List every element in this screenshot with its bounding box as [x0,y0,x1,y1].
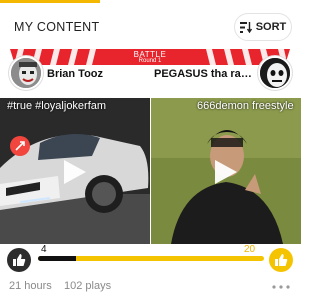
battle-meta: 21 hours 102 plays [0,276,300,296]
more-icon[interactable] [272,285,290,289]
battle-banner: BATTLE Round 1 [0,46,300,68]
track-right[interactable]: 666demon freestyle [151,98,301,244]
vote-progress-left-fill [38,256,76,261]
play-count: 102 plays [64,280,112,292]
thumbs-up-icon [13,254,26,266]
avatar-right[interactable] [258,56,292,90]
round-label: Round 1 [138,58,162,64]
track-left[interactable]: #true #loyaljokerfam [0,98,150,244]
page-title: MY CONTENT [14,20,100,34]
vote-progress-bar [38,256,264,261]
vote-count-right: 20 [244,244,256,255]
track-right-title: 666demon freestyle [197,100,294,112]
competitor-right-name[interactable]: PEGASUS tha rapp... [154,68,254,80]
posted-time: 21 hours [9,280,52,292]
play-icon[interactable] [213,158,239,186]
track-left-title: #true #loyaljokerfam [7,100,107,112]
vote-left-button[interactable] [7,248,31,272]
avatar-left[interactable] [9,56,43,90]
vote-row: 4 20 [0,244,300,276]
thumbs-up-icon [275,254,288,266]
sort-button[interactable]: SORT [234,13,292,41]
badge-glyph [15,141,25,151]
play-icon[interactable] [62,158,88,186]
sort-icon [239,21,252,33]
active-tab-indicator [0,0,100,3]
vote-right-button[interactable] [269,248,293,272]
avatar-right-image [260,58,290,88]
competitor-left-name[interactable]: Brian Tooz [47,68,103,80]
header: MY CONTENT SORT [0,8,300,46]
vote-count-left: 4 [41,244,47,255]
sort-label: SORT [255,21,287,33]
badge-icon [10,136,30,156]
avatar-left-image [11,58,41,88]
